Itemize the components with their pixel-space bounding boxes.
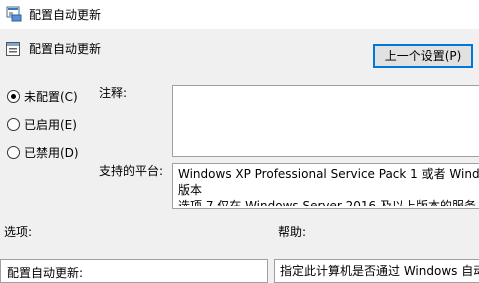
- radio-checked-icon[interactable]: [7, 89, 20, 103]
- help-text: 指定此计算机是否通过 Windows 自动: [280, 264, 479, 278]
- radio-label: 已禁用(D): [24, 145, 79, 160]
- radio-label: 已启用(E): [24, 117, 77, 132]
- options-pane: 配置自动更新:: [0, 259, 268, 283]
- policy-title: 配置自动更新: [29, 42, 102, 56]
- help-label: 帮助:: [278, 225, 307, 239]
- radio-label: 未配置(C): [24, 89, 78, 104]
- window-title: 配置自动更新: [29, 8, 102, 22]
- title-bar: 配置自动更新: [0, 0, 479, 29]
- comment-label: 注释:: [99, 86, 128, 100]
- policy-icon: [6, 42, 20, 56]
- radio-unchecked-icon[interactable]: [7, 145, 20, 159]
- radio-disabled[interactable]: 已禁用(D): [7, 144, 79, 160]
- platform-line: Windows XP Professional Service Pack 1 或…: [178, 167, 479, 181]
- radio-enabled[interactable]: 已启用(E): [7, 116, 77, 132]
- options-label: 选项:: [4, 225, 33, 239]
- platform-line: 版本: [178, 183, 203, 197]
- supported-platforms-label: 支持的平台:: [99, 164, 164, 178]
- platform-line: 选项 7 仅在 Windows Server 2016 及以上版本的服务器: [178, 199, 476, 206]
- options-item: 配置自动更新:: [7, 266, 84, 280]
- comment-textarea[interactable]: [172, 85, 479, 157]
- previous-setting-button[interactable]: 上一个设置(P): [373, 44, 473, 68]
- radio-not-configured[interactable]: 未配置(C): [7, 88, 78, 104]
- help-pane: 指定此计算机是否通过 Windows 自动: [274, 259, 479, 283]
- policy-icon: [6, 6, 22, 22]
- supported-platforms-box: Windows XP Professional Service Pack 1 或…: [172, 163, 479, 209]
- radio-unchecked-icon[interactable]: [7, 117, 20, 131]
